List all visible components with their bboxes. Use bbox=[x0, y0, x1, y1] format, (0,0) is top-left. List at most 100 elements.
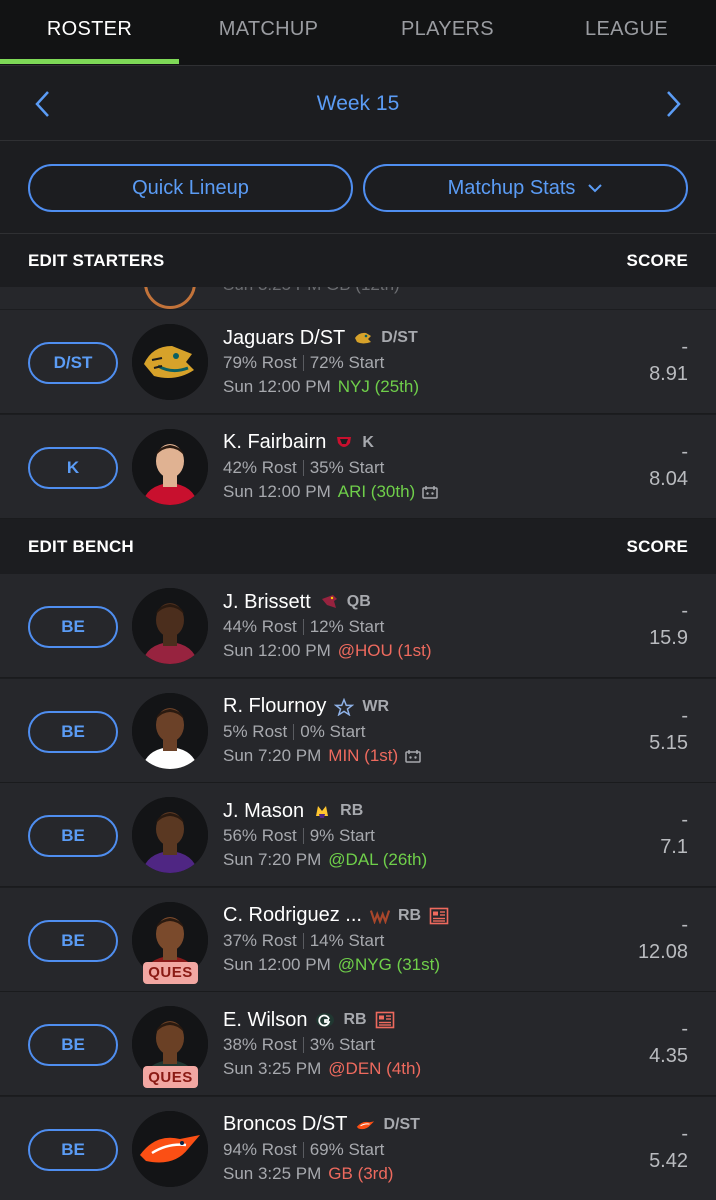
lineup-slot-button[interactable]: BE bbox=[28, 1128, 118, 1171]
divider bbox=[302, 355, 304, 371]
broncos-logo-icon bbox=[355, 1116, 375, 1134]
player-row[interactable]: BE Broncos D/ST D/ST 94% Rost 69% Start … bbox=[0, 1096, 716, 1200]
player-row[interactable]: K K. Fairbairn K 42% Rost 35% Start Sun … bbox=[0, 414, 716, 519]
lineup-slot-button[interactable]: BE bbox=[28, 815, 118, 857]
player-position: RB bbox=[343, 1011, 367, 1028]
week-navigator: Week 15 bbox=[0, 67, 716, 141]
commanders-logo-icon bbox=[369, 907, 390, 925]
packers-logo-icon bbox=[315, 1011, 335, 1029]
player-info: J. Brissett QB 44% Rost 12% Start Sun 12… bbox=[223, 589, 432, 663]
projected-score: 8.91 bbox=[649, 363, 688, 385]
player-score: - 8.04 bbox=[649, 439, 688, 493]
player-row[interactable]: D/ST Jaguars D/ST D/ST 79% Rost 72% Star… bbox=[0, 310, 716, 414]
player-name[interactable]: C. Rodriguez ... bbox=[223, 904, 362, 927]
previous-week-button[interactable] bbox=[26, 87, 60, 121]
player-position: WR bbox=[362, 697, 390, 715]
player-row[interactable]: BE R. Flournoy WR 5% Rost 0% Start Sun 7… bbox=[0, 678, 716, 783]
divider bbox=[302, 459, 304, 476]
chevron-down-icon bbox=[588, 184, 603, 193]
tab-league[interactable]: LEAGUE bbox=[537, 0, 716, 58]
player-name[interactable]: K. Fairbairn bbox=[223, 431, 326, 454]
jaguars-logo-icon bbox=[353, 329, 373, 347]
player-name[interactable]: Broncos D/ST bbox=[223, 1113, 347, 1136]
player-info: Broncos D/ST D/ST 94% Rost 69% Start Sun… bbox=[223, 1112, 420, 1186]
player-position: K bbox=[362, 433, 374, 451]
lineup-slot-button[interactable]: BE bbox=[28, 1024, 118, 1066]
projected-score: 7.1 bbox=[660, 836, 688, 858]
player-avatar[interactable] bbox=[132, 797, 208, 873]
player-score: - 5.42 bbox=[649, 1121, 688, 1175]
opponent: @HOU (1st) bbox=[337, 641, 432, 660]
player-name[interactable]: R. Flournoy bbox=[223, 695, 326, 718]
player-row[interactable]: BE E. Wilson RB 38% Rost 3% Start Sun 3:… bbox=[0, 992, 716, 1096]
rostered-percent: 38% Rost bbox=[223, 1035, 297, 1054]
started-percent: 35% Start bbox=[309, 457, 385, 477]
projected-score: 5.42 bbox=[649, 1149, 688, 1172]
bench-section-header: EDIT BENCH SCORE bbox=[0, 521, 716, 573]
lineup-slot-button[interactable]: K bbox=[28, 446, 118, 489]
game-time: Sun 7:20 PM bbox=[223, 850, 322, 869]
chevron-left-icon bbox=[35, 91, 49, 117]
projected-score: 4.35 bbox=[649, 1045, 688, 1067]
partial-avatar bbox=[144, 287, 196, 309]
player-score: - 4.35 bbox=[649, 1016, 688, 1070]
cowboys-star-icon bbox=[334, 697, 355, 716]
edit-bench-link[interactable]: EDIT BENCH bbox=[28, 537, 134, 557]
player-row[interactable]: BE C. Rodriguez ... RB 37% Rost 14% Star… bbox=[0, 887, 716, 992]
matchup-stats-button[interactable]: Matchup Stats bbox=[363, 164, 688, 212]
opponent: NYJ (25th) bbox=[337, 377, 419, 396]
questionable-badge: QUES bbox=[143, 961, 198, 984]
player-info: K. Fairbairn K 42% Rost 35% Start Sun 12… bbox=[223, 430, 438, 504]
player-avatar[interactable] bbox=[132, 324, 208, 400]
chevron-right-icon bbox=[667, 91, 681, 117]
player-avatar[interactable] bbox=[132, 692, 208, 769]
player-avatar[interactable] bbox=[132, 1110, 208, 1187]
started-percent: 69% Start bbox=[309, 1139, 385, 1159]
player-position: D/ST bbox=[381, 329, 418, 346]
texans-logo-icon bbox=[334, 434, 354, 452]
lineup-slot-button[interactable]: BE bbox=[28, 606, 118, 648]
lineup-slot-button[interactable]: BE bbox=[28, 919, 118, 962]
top-tab-bar: ROSTER MATCHUP PLAYERS LEAGUE bbox=[0, 0, 716, 66]
opponent: ARI (30th) bbox=[337, 481, 416, 501]
lineup-slot-button[interactable]: D/ST bbox=[28, 342, 118, 384]
news-icon[interactable] bbox=[429, 907, 449, 925]
rostered-percent: 94% Rost bbox=[223, 1139, 297, 1159]
player-name[interactable]: E. Wilson bbox=[223, 1009, 307, 1032]
score-projection-dash: - bbox=[681, 440, 688, 463]
player-info: Jaguars D/ST D/ST 79% Rost 72% Start Sun… bbox=[223, 325, 419, 399]
game-time: Sun 12:00 PM bbox=[223, 481, 331, 501]
opponent: @DEN (4th) bbox=[328, 1059, 422, 1078]
player-info: R. Flournoy WR 5% Rost 0% Start Sun 7:20… bbox=[223, 694, 421, 768]
player-info: C. Rodriguez ... RB 37% Rost 14% Start S… bbox=[223, 903, 449, 977]
tab-matchup[interactable]: MATCHUP bbox=[179, 0, 358, 58]
player-name[interactable]: J. Brissett bbox=[223, 591, 311, 614]
quick-lineup-button[interactable]: Quick Lineup bbox=[28, 164, 353, 212]
tab-roster[interactable]: ROSTER bbox=[0, 0, 179, 58]
partial-player-row[interactable]: Sun 3:25 PM GB (12th) bbox=[0, 287, 716, 309]
rostered-percent: 44% Rost bbox=[223, 617, 297, 636]
player-score: - 15.9 bbox=[649, 598, 688, 652]
news-icon[interactable] bbox=[375, 1011, 395, 1029]
cardinals-logo-icon bbox=[319, 593, 339, 611]
player-name[interactable]: Jaguars D/ST bbox=[223, 327, 345, 350]
player-row[interactable]: BE J. Mason RB 56% Rost 9% Start Sun 7:2… bbox=[0, 783, 716, 887]
player-name[interactable]: J. Mason bbox=[223, 800, 304, 823]
player-avatar[interactable] bbox=[132, 588, 208, 664]
weather-icon bbox=[405, 749, 421, 763]
game-time: Sun 3:25 PM bbox=[223, 1059, 322, 1078]
player-position: QB bbox=[346, 593, 371, 610]
next-week-button[interactable] bbox=[656, 87, 690, 121]
score-projection-dash: - bbox=[681, 913, 688, 936]
started-percent: 14% Start bbox=[309, 930, 385, 950]
divider bbox=[302, 932, 304, 949]
player-score: - 12.08 bbox=[638, 912, 688, 966]
edit-starters-link[interactable]: EDIT STARTERS bbox=[28, 251, 164, 271]
tab-players[interactable]: PLAYERS bbox=[358, 0, 537, 58]
lineup-slot-button[interactable]: BE bbox=[28, 710, 118, 753]
player-score: - 5.15 bbox=[649, 703, 688, 757]
player-row[interactable]: BE J. Brissett QB 44% Rost 12% Start Sun… bbox=[0, 574, 716, 678]
questionable-badge: QUES bbox=[143, 1066, 198, 1088]
player-avatar[interactable] bbox=[132, 428, 208, 505]
projected-score: 12.08 bbox=[637, 940, 688, 963]
